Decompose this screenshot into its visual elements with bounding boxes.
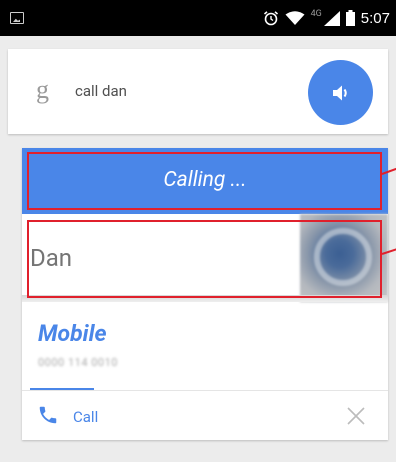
signal-icon [323,10,340,26]
wifi-icon [285,10,305,25]
google-g-logo: g [36,75,49,104]
call-button-label: Call [73,408,99,426]
speaker-icon [332,85,347,100]
speak-button[interactable] [308,60,373,125]
close-icon[interactable] [344,404,368,428]
battery-icon [345,10,355,26]
annotation-box-contact [27,220,382,298]
phone-icon [39,406,57,424]
phone-number: 0000 114 0010 [38,356,118,369]
phone-number-row[interactable]: Mobile 0000 114 0010 [22,308,388,388]
clock-time: 5:07 [360,9,390,27]
alarm-icon [263,11,278,26]
status-bar: 4G 5:07 [0,0,396,36]
call-button[interactable]: Call [22,391,252,440]
query-text[interactable]: call dan [75,82,127,100]
voice-query-card[interactable]: g call dan [8,49,388,134]
network-type-label: 4G [310,9,322,19]
annotation-box-calling [27,152,382,210]
number-type-label: Mobile [38,320,107,347]
image-icon [10,12,24,24]
